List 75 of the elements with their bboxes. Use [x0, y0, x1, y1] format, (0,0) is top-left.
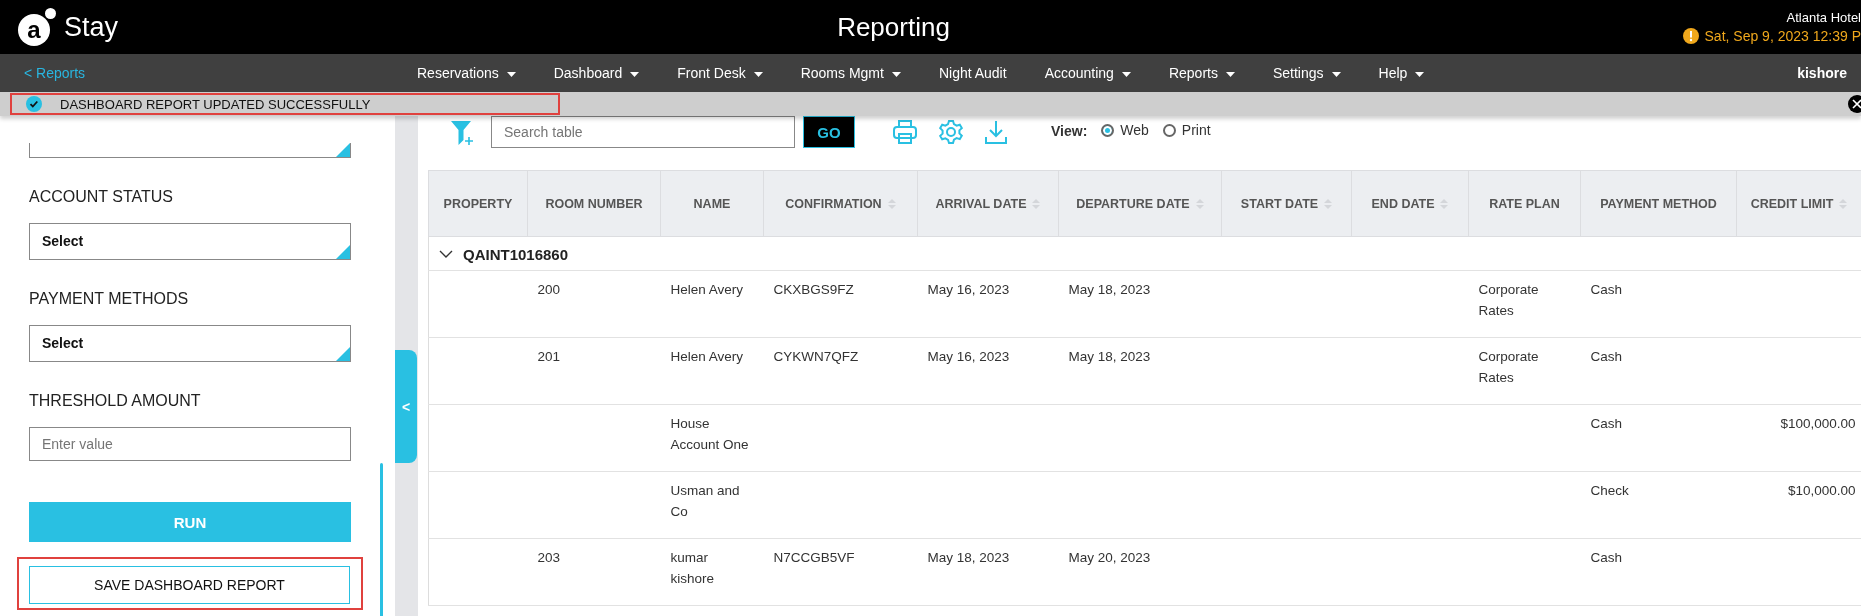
column-header[interactable]: PROPERTY	[428, 170, 528, 237]
filter-label: ACCOUNT STATUS	[29, 188, 174, 207]
menu-item[interactable]: Dashboard	[553, 65, 640, 81]
table-cell: CYKWN7QFZ	[773, 349, 859, 364]
table-cell: Cash	[1590, 550, 1622, 565]
table-cell: 201	[537, 349, 561, 364]
download-icon[interactable]	[984, 119, 1008, 145]
group-row[interactable]: QAINT1016860	[429, 245, 569, 263]
view-radio[interactable]: Print	[1162, 122, 1211, 138]
column-header[interactable]: DEPARTURE DATE	[1058, 170, 1222, 237]
column-header[interactable]: NAME	[660, 170, 764, 237]
table-cell: Check	[1590, 483, 1629, 498]
menu-item[interactable]: Reports	[1168, 65, 1235, 81]
close-icon[interactable]	[1848, 95, 1861, 113]
filter-label: THRESHOLD AMOUNT	[29, 392, 202, 411]
table-cell: 200	[537, 282, 561, 297]
table-cell: May 20, 2023	[1068, 550, 1151, 565]
page-title: Reporting	[837, 11, 950, 43]
hotel-name: Atlanta Hotel	[1786, 10, 1861, 25]
user-name[interactable]: kishore	[1797, 65, 1847, 81]
print-icon[interactable]	[892, 119, 918, 145]
column-header[interactable]: ROOM NUMBER	[527, 170, 661, 237]
filter-add-icon[interactable]	[450, 119, 476, 147]
search-field[interactable]: Search table	[491, 116, 795, 148]
view-radio[interactable]: Web	[1101, 122, 1149, 138]
threshold-input[interactable]: Enter value	[29, 427, 351, 461]
table-cell: CKXBGS9FZ	[773, 282, 854, 297]
date-time: Sat, Sep 9, 2023 12:39 P	[1704, 28, 1861, 44]
table-cell: May 18, 2023	[927, 550, 1010, 565]
table-cell: 203	[537, 550, 561, 565]
success-message: DASHBOARD REPORT UPDATED SUCCESSFULLY	[10, 93, 560, 115]
table-cell: May 16, 2023	[927, 282, 1010, 297]
table-cell: Cash	[1590, 282, 1622, 297]
menu-item[interactable]: Reservations	[417, 65, 516, 81]
table-cell: Corporate Rates	[1478, 282, 1539, 318]
table-cell: May 16, 2023	[927, 349, 1010, 364]
menu-item[interactable]: Night Audit	[938, 65, 1007, 81]
table-cell: Helen Avery	[670, 282, 744, 297]
select-dropdown[interactable]: Select	[29, 325, 351, 362]
column-header[interactable]: ARRIVAL DATE	[917, 170, 1059, 237]
column-header[interactable]: PAYMENT METHOD	[1580, 170, 1737, 237]
select-dropdown[interactable]: Select	[29, 223, 351, 260]
table-cell: $100,000.00	[1780, 416, 1856, 431]
save-report-button[interactable]: SAVE DASHBOARD REPORT	[29, 566, 350, 604]
column-header[interactable]: START DATE	[1221, 170, 1352, 237]
go-button[interactable]: GO	[803, 116, 855, 148]
table-cell: $10,000.00	[1787, 483, 1856, 498]
filter-label: PAYMENT METHODS	[29, 290, 190, 309]
menu-item[interactable]: Front Desk	[677, 65, 763, 81]
menu-item[interactable]: Help	[1378, 65, 1425, 81]
settings-icon[interactable]	[938, 119, 964, 145]
table-cell: kumar kishore	[670, 550, 715, 586]
table-cell: House Account One	[670, 416, 749, 452]
table-cell: Helen Avery	[670, 349, 744, 364]
table-cell: Cash	[1590, 416, 1622, 431]
table-cell: Cash	[1590, 349, 1622, 364]
alert-icon	[1682, 28, 1699, 44]
logo-mark: a	[18, 8, 56, 46]
table-cell: May 18, 2023	[1068, 349, 1151, 364]
menu-item[interactable]: Accounting	[1044, 65, 1131, 81]
view-label: View:	[1051, 123, 1088, 139]
menu-item[interactable]: Settings	[1272, 65, 1341, 81]
column-header[interactable]: END DATE	[1351, 170, 1469, 237]
column-header[interactable]: CREDIT LIMIT	[1736, 170, 1861, 237]
table-cell: N7CCGB5VF	[773, 550, 855, 565]
column-header[interactable]: RATE PLAN	[1468, 170, 1581, 237]
column-header[interactable]: CONFIRMATION	[763, 170, 918, 237]
table-cell: Corporate Rates	[1478, 349, 1539, 385]
table-cell: May 18, 2023	[1068, 282, 1151, 297]
menu-item[interactable]: Rooms Mgmt	[800, 65, 901, 81]
logo-text: Stay	[64, 11, 119, 43]
scrollbar[interactable]	[380, 463, 383, 616]
table-cell: Usman and Co	[670, 483, 740, 519]
back-link[interactable]: < Reports	[0, 65, 417, 81]
check-icon	[26, 96, 42, 112]
